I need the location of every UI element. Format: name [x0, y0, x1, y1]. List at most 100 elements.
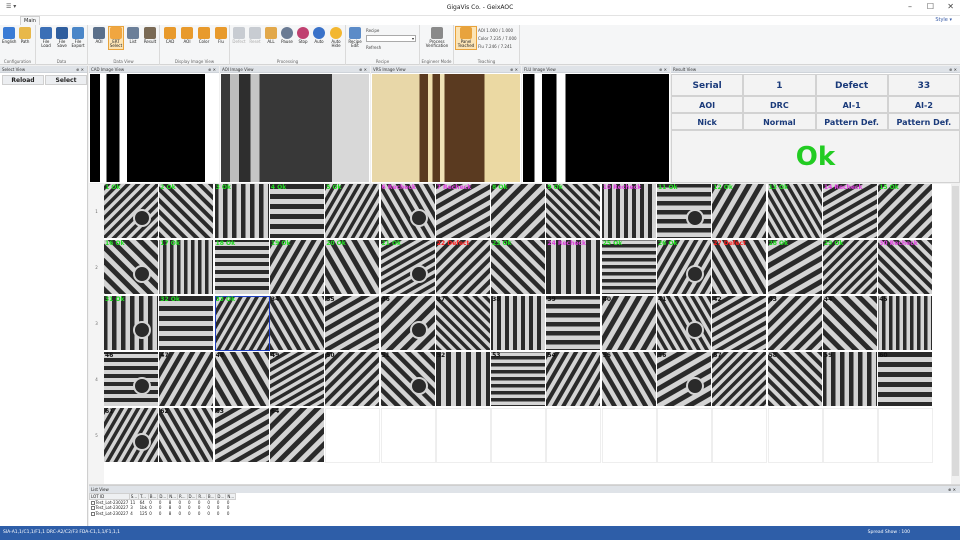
- thumbnail-tile[interactable]: 9 Ok: [546, 184, 602, 239]
- close-icon[interactable]: ⊕ ✕: [659, 66, 667, 73]
- thumbnail-tile[interactable]: 14 Recheck: [822, 184, 878, 239]
- thumbnail-tile[interactable]: 54: [546, 352, 602, 407]
- thumbnail-tile[interactable]: 8 Ok: [491, 184, 547, 239]
- row-checkbox[interactable]: [90, 506, 95, 511]
- thumbnail-tile[interactable]: 1 Ok: [104, 184, 159, 239]
- table-row[interactable]: Test_Lot-230227 4 125 0 0 8 0 0 0 0 0 0: [90, 511, 236, 517]
- aoi-view-button[interactable]: AOI: [92, 27, 106, 44]
- pause-button[interactable]: Pause: [280, 27, 294, 44]
- thumbnail-tile[interactable]: 5 Ok: [325, 184, 381, 239]
- thumbnail-tile[interactable]: 58: [767, 352, 823, 407]
- thumbnail-tile[interactable]: 4 Ok: [269, 184, 325, 239]
- aoi-display-button[interactable]: AOI: [180, 27, 194, 44]
- thumbnail-tile[interactable]: 52: [435, 352, 491, 407]
- thumbnail-tile[interactable]: 46: [104, 352, 159, 407]
- auto-hide-button[interactable]: Auto Hide: [329, 27, 343, 49]
- result-button[interactable]: Result: [143, 27, 157, 44]
- file-load-button[interactable]: File Load: [39, 27, 53, 49]
- thumbnail-tile[interactable]: 24 Recheck: [546, 240, 602, 295]
- thumbnail-tile[interactable]: 20 Ok: [325, 240, 381, 295]
- thumbnail-tile[interactable]: 40: [601, 296, 657, 351]
- thumbnail-tile[interactable]: 36: [380, 296, 436, 351]
- thumbnail-tile[interactable]: 35: [325, 296, 381, 351]
- select-button[interactable]: Select: [45, 75, 87, 85]
- path-button[interactable]: Path: [18, 27, 32, 44]
- file-export-button[interactable]: File Export: [71, 27, 85, 49]
- thumbnail-tile[interactable]: 19 Ok: [269, 240, 325, 295]
- thumbnail-tile[interactable]: 50: [325, 352, 381, 407]
- row-checkbox[interactable]: [90, 511, 95, 516]
- thumbnail-tile[interactable]: 33 Ok: [214, 296, 270, 351]
- thumbnail-tile[interactable]: 16 Ok: [104, 240, 159, 295]
- thumbnail-tile[interactable]: 26 Ok: [657, 240, 712, 295]
- thumbnail-tile[interactable]: 29 Ok: [822, 240, 878, 295]
- thumbnail-tile[interactable]: 42: [712, 296, 768, 351]
- color-button[interactable]: Color: [197, 27, 211, 44]
- thumbnail-tile[interactable]: 49: [269, 352, 325, 407]
- thumbnail-tile[interactable]: 18 Ok: [214, 240, 270, 295]
- pin-icon[interactable]: ⊕ ✕: [76, 66, 84, 73]
- thumbnail-tile[interactable]: 15 Ok: [878, 184, 934, 239]
- thumbnail-tile[interactable]: 41: [657, 296, 712, 351]
- list-button[interactable]: List: [126, 27, 140, 44]
- process-verification-button[interactable]: Process Verification: [424, 27, 450, 49]
- thumbnail-tile[interactable]: 44: [822, 296, 878, 351]
- thumbnail-tile[interactable]: 12 Ok: [712, 184, 768, 239]
- thumbnail-tile[interactable]: 38: [491, 296, 547, 351]
- thumbnail-tile[interactable]: 30 Recheck: [878, 240, 934, 295]
- thumbnail-tile[interactable]: 28 Ok: [767, 240, 823, 295]
- thumbnail-tile[interactable]: 53: [491, 352, 547, 407]
- thumbnail-tile[interactable]: 27 Defect: [712, 240, 768, 295]
- recipe-edit-button[interactable]: Recipe Edit: [348, 27, 362, 49]
- reload-button[interactable]: Reload: [2, 75, 44, 85]
- thumbnail-tile[interactable]: 48: [214, 352, 270, 407]
- thumbnail-tile[interactable]: 11 Ok: [657, 184, 712, 239]
- thumbnail-tile[interactable]: 22 Defect: [435, 240, 491, 295]
- all-button[interactable]: ALL: [264, 27, 278, 44]
- cad-button[interactable]: CAD: [163, 27, 177, 44]
- thumbnail-tile[interactable]: 60: [878, 352, 934, 407]
- minimize-icon[interactable]: –: [908, 2, 912, 11]
- close-icon[interactable]: ✕: [947, 2, 954, 11]
- maximize-icon[interactable]: ☐: [927, 2, 934, 11]
- thumbnail-tile[interactable]: 47: [159, 352, 215, 407]
- thumbnail-tile[interactable]: 32 Ok: [159, 296, 215, 351]
- thumbnail-tile[interactable]: 6 Recheck: [380, 184, 436, 239]
- thumbnail-tile[interactable]: 2 Ok: [159, 184, 215, 239]
- close-icon[interactable]: ⊕ ✕: [948, 486, 956, 493]
- thumbnail-tile[interactable]: 57: [712, 352, 768, 407]
- thumbnail-tile[interactable]: 7 Recheck: [435, 184, 491, 239]
- thumbnail-tile[interactable]: 13 Ok: [767, 184, 823, 239]
- thumbnail-tile[interactable]: 10 Recheck: [601, 184, 657, 239]
- scroll-thumb[interactable]: [952, 186, 959, 476]
- close-icon[interactable]: ⊕ ✕: [359, 66, 367, 73]
- reset-button[interactable]: Reset: [248, 27, 262, 44]
- panel-teached-button[interactable]: Panel Teached: [455, 26, 477, 50]
- close-icon[interactable]: ⊕ ✕: [949, 66, 957, 73]
- thumbnail-tile[interactable]: 21 Ok: [380, 240, 436, 295]
- thumbnail-tile[interactable]: 62: [159, 408, 215, 463]
- thumbnail-tile[interactable]: 37: [435, 296, 491, 351]
- thumbnail-tile[interactable]: 3 Ok: [214, 184, 270, 239]
- style-menu[interactable]: Style ▾: [935, 17, 952, 23]
- tab-main[interactable]: Main: [20, 16, 40, 25]
- thumbnail-tile[interactable]: 39: [546, 296, 602, 351]
- refresh-button[interactable]: Refresh: [366, 45, 381, 50]
- file-save-button[interactable]: File Save: [55, 27, 69, 49]
- thumbnail-tile[interactable]: 51: [380, 352, 436, 407]
- thumbnail-tile[interactable]: 63: [214, 408, 270, 463]
- thumbnail-tile[interactable]: 17 Ok: [159, 240, 215, 295]
- flu-button[interactable]: Flu: [214, 27, 228, 44]
- recipe-dropdown[interactable]: ▾: [366, 35, 416, 42]
- close-icon[interactable]: ⊕ ✕: [510, 66, 518, 73]
- thumbnail-tile[interactable]: 56: [657, 352, 712, 407]
- thumbnail-tile[interactable]: 55: [601, 352, 657, 407]
- thumbnail-tile[interactable]: 64: [269, 408, 325, 463]
- thumbnail-tile[interactable]: 61: [104, 408, 159, 463]
- thumbnail-tile[interactable]: 34: [269, 296, 325, 351]
- thumbnail-tile[interactable]: 59: [822, 352, 878, 407]
- close-icon[interactable]: ⊕ ✕: [208, 66, 216, 73]
- ert-select-button[interactable]: ERT Select: [108, 26, 124, 50]
- thumbnail-tile[interactable]: 23 Ok: [491, 240, 547, 295]
- vertical-scrollbar[interactable]: [951, 184, 960, 484]
